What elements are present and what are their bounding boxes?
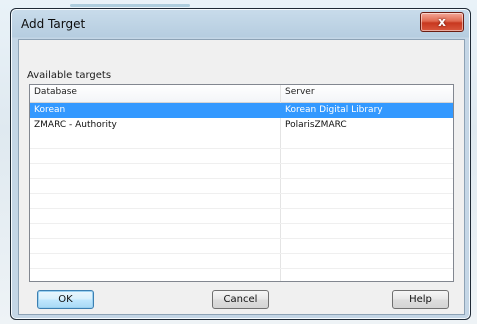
row-gridline	[30, 163, 453, 164]
title-bar[interactable]: Add Target x	[11, 9, 470, 39]
dialog-title: Add Target	[21, 17, 86, 31]
ok-button-label: OK	[58, 294, 73, 305]
add-target-dialog: Add Target x Available targets Database …	[10, 8, 471, 320]
list-header: Database Server	[30, 85, 453, 103]
help-button-label: Help	[409, 294, 432, 305]
cancel-button[interactable]: Cancel	[212, 290, 269, 309]
dialog-body: Available targets Database Server Korean…	[18, 39, 465, 315]
cell-server: Korean Digital Library	[285, 105, 383, 115]
cell-server: PolarisZMARC	[285, 120, 347, 130]
targets-list[interactable]: Database Server Korean Korean Digital Li…	[29, 84, 454, 282]
ok-button[interactable]: OK	[37, 290, 94, 309]
close-button[interactable]: x	[420, 12, 464, 32]
row-gridline	[30, 193, 453, 194]
column-header-server[interactable]: Server	[285, 87, 315, 97]
column-header-database[interactable]: Database	[34, 87, 77, 97]
row-gridline	[30, 268, 453, 269]
cell-database: Korean	[34, 105, 66, 115]
cancel-button-label: Cancel	[223, 294, 258, 305]
background-blur-line	[70, 4, 190, 7]
close-icon: x	[438, 15, 446, 29]
row-gridline	[30, 208, 453, 209]
row-gridline	[30, 238, 453, 239]
row-gridline	[30, 253, 453, 254]
table-row[interactable]: Korean Korean Digital Library	[30, 103, 453, 118]
help-button[interactable]: Help	[392, 290, 449, 309]
table-row[interactable]: ZMARC - Authority PolarisZMARC	[30, 118, 453, 133]
cell-database: ZMARC - Authority	[34, 120, 117, 130]
available-targets-label: Available targets	[27, 70, 112, 81]
row-gridline	[30, 148, 453, 149]
row-gridline	[30, 178, 453, 179]
row-gridline	[30, 223, 453, 224]
